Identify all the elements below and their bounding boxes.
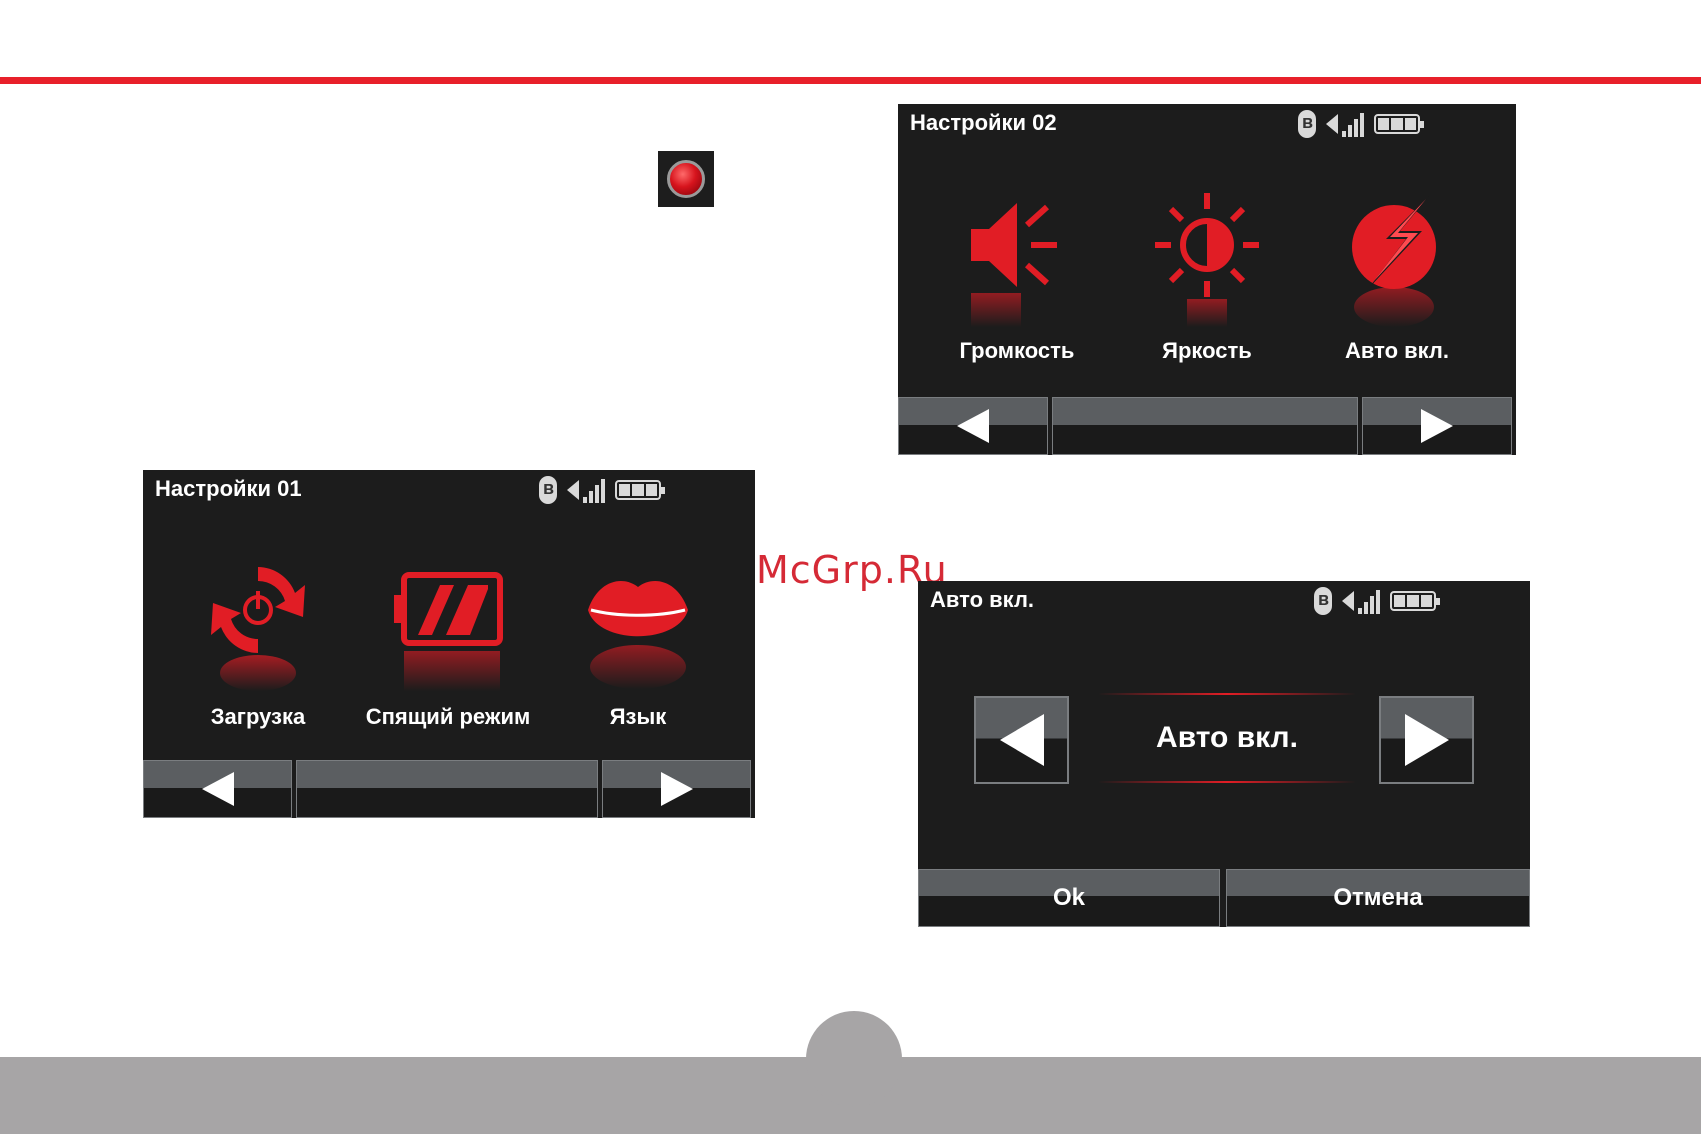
brightness-icon <box>1112 184 1302 334</box>
status-bar <box>1298 110 1424 138</box>
prev-page-button[interactable] <box>143 760 292 818</box>
increase-button[interactable] <box>1379 696 1474 784</box>
record-button-icon <box>658 151 714 207</box>
next-page-button[interactable] <box>602 760 751 818</box>
menu-item-language[interactable]: Язык <box>543 550 733 730</box>
bluetooth-icon <box>539 476 557 504</box>
page-number-tab <box>806 1011 902 1107</box>
screen-title: Авто вкл. <box>930 587 1035 612</box>
next-page-button[interactable] <box>1362 397 1512 455</box>
menu-item-boot[interactable]: Загрузка <box>163 550 353 730</box>
battery-icon <box>1374 114 1424 134</box>
arrow-left-icon <box>957 409 989 443</box>
bluetooth-icon <box>1298 110 1316 138</box>
arrow-right-icon <box>1421 409 1453 443</box>
cancel-button[interactable]: Отмена <box>1226 869 1530 927</box>
menu-item-label: Спящий режим <box>365 704 531 729</box>
settings-01-screen: Настройки 01 Загрузка <box>143 470 755 818</box>
nav-bar <box>143 760 755 818</box>
battery-sleep-icon <box>353 550 543 700</box>
screen-title: Настройки 02 <box>910 110 1057 135</box>
settings-02-screen: Настройки 02 Громкость <box>898 104 1516 455</box>
bluetooth-icon <box>1314 587 1332 615</box>
menu-item-label: Авто вкл. <box>1344 338 1450 363</box>
menu-item-auto-on[interactable]: Авто вкл. <box>1302 184 1492 364</box>
menu-item-sleep-mode[interactable]: Спящий режим <box>353 550 543 730</box>
arrow-right-icon <box>1404 714 1449 766</box>
reload-power-icon <box>163 550 353 700</box>
screen-title: Настройки 01 <box>155 476 302 501</box>
battery-icon <box>1390 591 1440 611</box>
volume-signal-icon <box>1326 111 1364 137</box>
status-bar <box>539 476 665 504</box>
volume-signal-icon <box>567 477 605 503</box>
ok-button[interactable]: Ok <box>918 869 1220 927</box>
manual-page: McGrp.Ru Настройки 01 Загрузка <box>0 0 1701 1134</box>
speaker-icon <box>922 184 1112 334</box>
arrow-right-icon <box>660 772 693 806</box>
arrow-left-icon <box>201 772 234 806</box>
volume-signal-icon <box>1342 588 1380 614</box>
lips-icon <box>543 550 733 700</box>
menu-item-label: Громкость <box>959 338 1075 363</box>
center-bar <box>1052 397 1358 455</box>
value-display: Авто вкл. <box>1098 693 1356 783</box>
menu-item-brightness[interactable]: Яркость <box>1112 184 1302 364</box>
menu-item-volume[interactable]: Громкость <box>922 184 1112 364</box>
top-red-rule <box>0 77 1701 84</box>
auto-on-dialog-screen: Авто вкл. Авто вкл. Ok Отмена <box>918 581 1530 927</box>
decrease-button[interactable] <box>974 696 1069 784</box>
menu-item-label: Яркость <box>1162 338 1252 363</box>
status-bar <box>1314 587 1440 615</box>
prev-page-button[interactable] <box>898 397 1048 455</box>
arrow-left-icon <box>999 714 1044 766</box>
battery-icon <box>615 480 665 500</box>
center-bar <box>296 760 598 818</box>
menu-item-label: Язык <box>609 704 667 729</box>
nav-bar <box>898 397 1516 455</box>
menu-item-label: Загрузка <box>210 704 306 729</box>
lightning-icon <box>1302 184 1492 334</box>
